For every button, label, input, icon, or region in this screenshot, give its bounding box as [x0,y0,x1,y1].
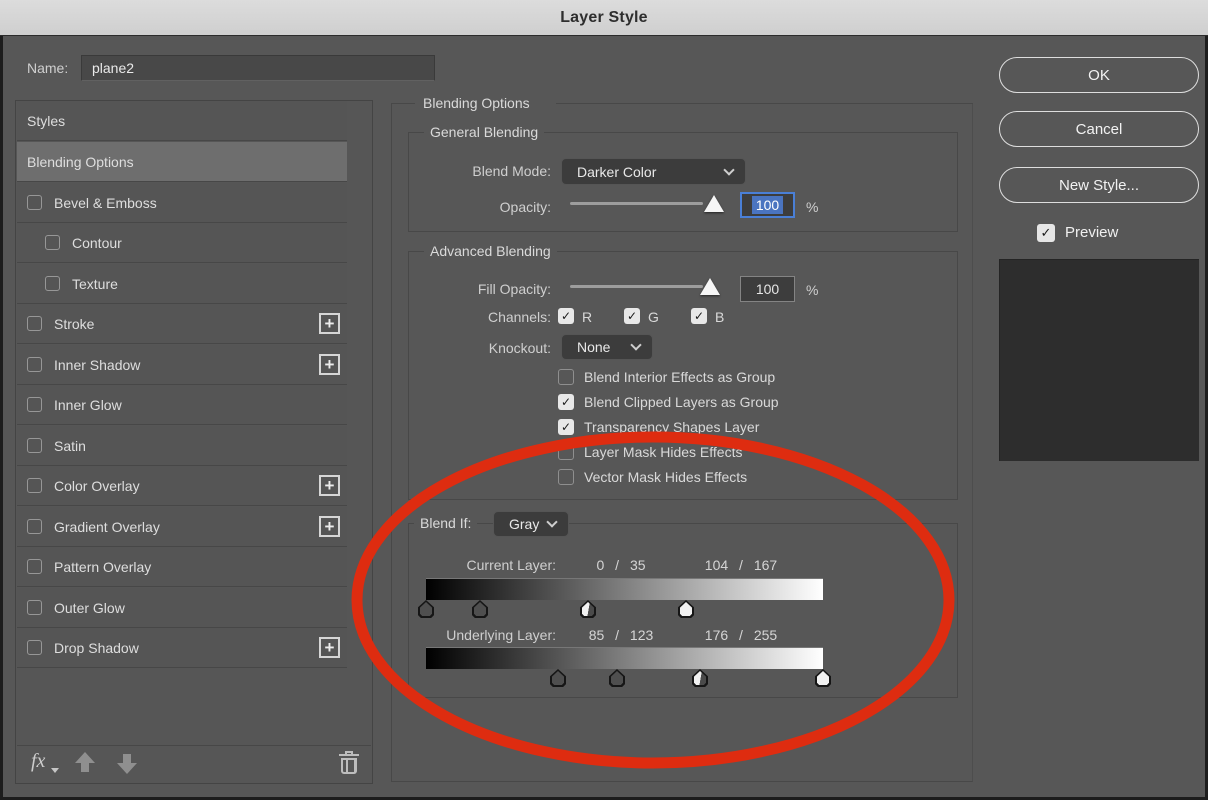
channel-b-checkbox[interactable]: ✓ [691,308,707,324]
chevron-down-icon [723,164,734,175]
channel-b-label: B [715,309,724,325]
current-layer-black-values: 0 / 35 [575,557,667,573]
opacity-unit: % [806,199,818,215]
transparency-shapes-label: Transparency Shapes Layer [584,419,759,435]
blend-if-dropdown[interactable]: Gray [493,511,569,537]
checkbox[interactable] [27,195,42,210]
channel-r-label: R [582,309,592,325]
checkbox[interactable] [27,640,42,655]
fill-opacity-input[interactable]: 100 [740,276,795,302]
channels-label: Channels: [403,309,551,325]
add-effect-icon[interactable]: + [319,313,340,334]
knockout-label: Knockout: [403,340,551,356]
styles-sidebar: Styles Blending Options Bevel & Emboss C… [15,100,373,784]
sidebar-item-outer-glow[interactable]: Outer Glow [17,588,347,628]
add-effect-icon[interactable]: + [319,475,340,496]
ok-button[interactable]: OK [999,57,1199,93]
layer-style-dialog: Layer Style Name: plane2 Styles Blending… [0,0,1208,800]
fx-menu-button[interactable]: fx [31,750,45,773]
general-blending-title: General Blending [424,124,544,140]
move-effect-up-button[interactable] [75,752,95,774]
underlying-layer-label: Underlying Layer: [408,627,556,643]
checkbox[interactable] [27,559,42,574]
sidebar-item-inner-glow[interactable]: Inner Glow [17,385,347,425]
checkbox[interactable] [45,235,60,250]
checkbox[interactable] [45,276,60,291]
fill-opacity-label: Fill Opacity: [403,281,551,297]
underlying-layer-white-values: 176 / 255 [691,627,791,643]
sidebar-toolbar: fx [17,745,371,783]
preview-checkbox[interactable]: ✓ [1037,224,1055,242]
checkbox[interactable] [27,397,42,412]
current-layer-white-values: 104 / 167 [691,557,791,573]
add-effect-icon[interactable]: + [319,516,340,537]
name-input[interactable]: plane2 [81,55,435,81]
sidebar-item-gradient-overlay[interactable]: Gradient Overlay+ [17,507,347,547]
sidebar-item-contour[interactable]: Contour [17,223,347,263]
blend-if-label: Blend If: [414,515,477,531]
channel-g-label: G [648,309,659,325]
sidebar-item-drop-shadow[interactable]: Drop Shadow+ [17,628,347,668]
chevron-down-icon [630,339,641,350]
checkbox[interactable] [27,600,42,615]
blend-mode-label: Blend Mode: [403,163,551,179]
sidebar-item-pattern-overlay[interactable]: Pattern Overlay [17,547,347,587]
move-effect-down-button[interactable] [117,752,137,774]
blend-clipped-layers-label: Blend Clipped Layers as Group [584,394,779,410]
checkbox[interactable] [27,519,42,534]
fill-opacity-slider[interactable] [570,285,703,288]
opacity-slider[interactable] [570,202,703,205]
opacity-slider-handle[interactable] [704,195,724,212]
underlying-layer-black-values: 85 / 123 [575,627,667,643]
new-style-button[interactable]: New Style... [999,167,1199,203]
preview-label: Preview [1065,224,1118,241]
cancel-button[interactable]: Cancel [999,111,1199,147]
blending-options-heading: Blending Options [417,95,536,111]
sidebar-item-satin[interactable]: Satin [17,426,347,466]
current-layer-gradient [426,578,823,600]
layer-mask-hides-checkbox[interactable] [558,444,574,460]
add-effect-icon[interactable]: + [319,637,340,658]
checkbox[interactable] [27,438,42,453]
blend-mode-dropdown[interactable]: Darker Color [561,158,746,185]
channel-r-checkbox[interactable]: ✓ [558,308,574,324]
checkbox[interactable] [27,478,42,493]
fx-caret-icon [51,768,59,773]
underlying-layer-gradient [426,647,823,669]
add-effect-icon[interactable]: + [319,354,340,375]
sidebar-item-texture[interactable]: Texture [17,264,347,304]
blend-interior-effects-label: Blend Interior Effects as Group [584,369,775,385]
transparency-shapes-checkbox[interactable]: ✓ [558,419,574,435]
fill-opacity-unit: % [806,282,818,298]
blend-interior-effects-checkbox[interactable] [558,369,574,385]
chevron-down-icon [546,516,557,527]
current-layer-label: Current Layer: [408,557,556,573]
channel-g-checkbox[interactable]: ✓ [624,308,640,324]
titlebar[interactable]: Layer Style [0,0,1208,36]
blend-clipped-layers-checkbox[interactable]: ✓ [558,394,574,410]
preview-swatch [999,259,1199,461]
sidebar-item-bevel-emboss[interactable]: Bevel & Emboss [17,183,347,223]
dialog-title: Layer Style [560,9,648,27]
checkbox[interactable] [27,357,42,372]
fill-opacity-slider-handle[interactable] [700,278,720,295]
opacity-input[interactable]: 100 [740,192,795,218]
sidebar-item-styles[interactable]: Styles [17,101,347,141]
name-label: Name: [27,60,68,76]
sidebar-item-inner-shadow[interactable]: Inner Shadow+ [17,345,347,385]
checkbox[interactable] [27,316,42,331]
vector-mask-hides-checkbox[interactable] [558,469,574,485]
knockout-dropdown[interactable]: None [561,334,653,360]
sidebar-item-stroke[interactable]: Stroke+ [17,304,347,344]
sidebar-item-color-overlay[interactable]: Color Overlay+ [17,466,347,506]
sidebar-item-blending-options[interactable]: Blending Options [17,142,347,182]
vector-mask-hides-label: Vector Mask Hides Effects [584,469,747,485]
layer-mask-hides-label: Layer Mask Hides Effects [584,444,742,460]
advanced-blending-title: Advanced Blending [424,243,557,259]
delete-effect-button[interactable] [339,751,359,775]
opacity-label: Opacity: [403,199,551,215]
